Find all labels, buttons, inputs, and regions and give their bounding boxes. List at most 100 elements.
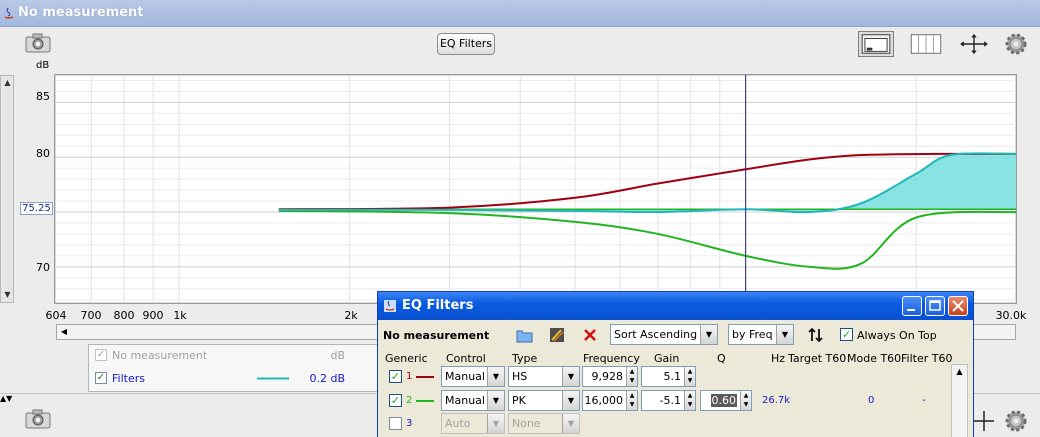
chevron-down-icon: ▼ bbox=[700, 325, 717, 344]
legend-item: ✓ Filters 0.2 dB bbox=[95, 370, 375, 386]
y-tick-label: 70 bbox=[36, 261, 50, 274]
chevron-down-icon: ▼ bbox=[562, 367, 579, 386]
filter-1-enabled-checkbox[interactable]: ✓ bbox=[389, 370, 402, 383]
overlay-view-icon[interactable] bbox=[858, 31, 894, 57]
legend-item-checkbox[interactable]: ✓ bbox=[95, 372, 107, 384]
camera-icon[interactable] bbox=[24, 32, 52, 54]
header-gain: Gain bbox=[654, 352, 680, 365]
save-icon[interactable] bbox=[549, 327, 565, 343]
split-view-icon[interactable] bbox=[908, 31, 944, 57]
filter-1-gain-spinner[interactable]: 5.1 ▲ ▼ bbox=[641, 366, 696, 387]
spinner-arrows-icon[interactable]: ▲ ▼ bbox=[684, 367, 695, 386]
sort-select-value: Sort Ascending bbox=[614, 328, 698, 341]
y-cursor-readout: 75.25 bbox=[20, 202, 53, 215]
filter-3-control-select[interactable]: Auto ▼ bbox=[441, 413, 505, 434]
java-icon bbox=[384, 300, 396, 312]
close-icon bbox=[952, 300, 964, 312]
folder-icon[interactable] bbox=[516, 328, 533, 343]
spinner-arrows-icon[interactable]: ▲ ▼ bbox=[684, 391, 695, 410]
filter-1-type-select[interactable]: HS ▼ bbox=[508, 366, 580, 387]
filter-3-type-select[interactable]: None ▼ bbox=[508, 413, 580, 434]
y-tick-label: 85 bbox=[36, 90, 50, 103]
header-type: Type bbox=[512, 352, 538, 365]
y-axis-unit: dB bbox=[36, 60, 50, 71]
dialog-vertical-scrollbar[interactable]: ▲ bbox=[951, 364, 968, 437]
scroll-left-icon[interactable]: ◀ bbox=[57, 325, 71, 339]
filter-2-frequency-value: 16,000 bbox=[584, 394, 624, 407]
scroll-up-icon[interactable]: ▲ bbox=[953, 365, 966, 379]
filter-1-frequency-spinner[interactable]: 9,928 ▲ ▼ bbox=[582, 366, 638, 387]
legend-header-name: No measurement bbox=[112, 349, 208, 362]
y-tick-label: 80 bbox=[36, 147, 50, 160]
always-on-top-checkbox[interactable]: ✓ bbox=[840, 328, 853, 341]
sort-select[interactable]: Sort Ascending ▼ bbox=[610, 324, 718, 345]
chevron-down-icon: ▼ bbox=[562, 414, 579, 433]
filter-2-q-value: 0.60 bbox=[710, 394, 737, 407]
header-target-t60: Target T60 bbox=[788, 352, 847, 365]
series-line-filter-2 bbox=[278, 209, 1016, 270]
combined-fill-area bbox=[278, 153, 1016, 213]
filter-2-enabled-checkbox[interactable]: ✓ bbox=[389, 394, 402, 407]
x-tick-label: 2k bbox=[344, 309, 358, 322]
filter-1-color-swatch bbox=[416, 376, 434, 378]
header-control: Control bbox=[446, 352, 486, 365]
frequency-response-plot[interactable] bbox=[54, 74, 1017, 304]
chart-svg bbox=[55, 75, 1016, 303]
collapse-arrows-icon[interactable]: ▲▼ bbox=[0, 394, 12, 403]
filter-2-type-select[interactable]: PK ▼ bbox=[508, 390, 580, 411]
expand-arrows-icon[interactable] bbox=[972, 408, 994, 434]
header-filter-t60: Filter T60 bbox=[901, 352, 953, 365]
scroll-down-icon[interactable]: ▼ bbox=[2, 289, 13, 301]
dialog-titlebar[interactable]: EQ Filters bbox=[378, 292, 973, 320]
filter-3-type-value: None bbox=[512, 417, 541, 430]
filter-3-number: 3 bbox=[406, 418, 413, 429]
maximize-icon bbox=[929, 300, 941, 311]
header-mode-t60: Mode T60 bbox=[847, 352, 902, 365]
expand-arrows-icon[interactable] bbox=[956, 31, 992, 57]
window-titlebar: No measurement bbox=[0, 0, 1040, 27]
spinner-arrows-icon[interactable]: ▲ ▼ bbox=[740, 391, 751, 410]
filter-2-mode-t60: 0 bbox=[868, 395, 875, 406]
close-button[interactable] bbox=[948, 296, 968, 316]
eq-filters-button[interactable]: EQ Filters bbox=[437, 33, 495, 55]
top-toolbar: EQ Filters bbox=[0, 27, 1040, 61]
chevron-down-icon: ▼ bbox=[562, 391, 579, 410]
filter-1-frequency-value: 9,928 bbox=[591, 370, 624, 383]
legend-item-name: Filters bbox=[112, 372, 145, 385]
minimize-button[interactable] bbox=[902, 296, 922, 316]
delete-icon[interactable] bbox=[583, 328, 597, 342]
always-on-top-label: Always On Top bbox=[857, 329, 937, 342]
header-frequency: Frequency bbox=[583, 352, 640, 365]
chevron-down-icon: ▼ bbox=[487, 367, 504, 386]
gear-icon[interactable] bbox=[1004, 409, 1028, 433]
filter-2-control-select[interactable]: Manual ▼ bbox=[441, 390, 505, 411]
legend-header-checkbox[interactable]: ✓ bbox=[95, 349, 107, 361]
header-q: Q bbox=[717, 352, 726, 365]
filter-3-enabled-checkbox[interactable] bbox=[389, 417, 402, 430]
filter-1-control-select[interactable]: Manual ▼ bbox=[441, 366, 505, 387]
dialog-measurement-name: No measurement bbox=[383, 329, 490, 342]
filter-2-gain-spinner[interactable]: -5.1 ▲ ▼ bbox=[641, 390, 696, 411]
left-vertical-scroll[interactable]: ▲ ▼ bbox=[0, 75, 14, 303]
spinner-arrows-icon[interactable]: ▲ ▼ bbox=[626, 367, 637, 386]
maximize-button[interactable] bbox=[925, 296, 945, 316]
java-icon bbox=[4, 7, 14, 19]
filter-3-control-value: Auto bbox=[445, 417, 471, 430]
x-tick-label: 604 bbox=[45, 309, 67, 322]
legend-swatch bbox=[257, 377, 289, 380]
filter-2-frequency-spinner[interactable]: 16,000 ▲ ▼ bbox=[582, 390, 638, 411]
filter-2-type-value: PK bbox=[512, 394, 526, 407]
scroll-up-icon[interactable]: ▲ bbox=[2, 77, 13, 89]
swap-sort-icon[interactable] bbox=[808, 328, 823, 342]
gear-icon[interactable] bbox=[1004, 32, 1028, 56]
filter-2-gain-value: -5.1 bbox=[659, 394, 681, 407]
x-tick-label: 700 bbox=[80, 309, 102, 322]
x-tick-label: 800 bbox=[113, 309, 135, 322]
eq-filters-dialog: EQ Filters No measurement Sort Ascending… bbox=[377, 291, 974, 437]
spinner-arrows-icon[interactable]: ▲ ▼ bbox=[626, 391, 637, 410]
filter-2-q-spinner[interactable]: 0.60 ▲ ▼ bbox=[700, 390, 752, 411]
chevron-down-icon: ▼ bbox=[487, 391, 504, 410]
sort-by-select[interactable]: by Freq ▼ bbox=[728, 324, 794, 345]
x-tick-label: 1k bbox=[173, 309, 187, 322]
camera-icon[interactable] bbox=[24, 408, 52, 430]
